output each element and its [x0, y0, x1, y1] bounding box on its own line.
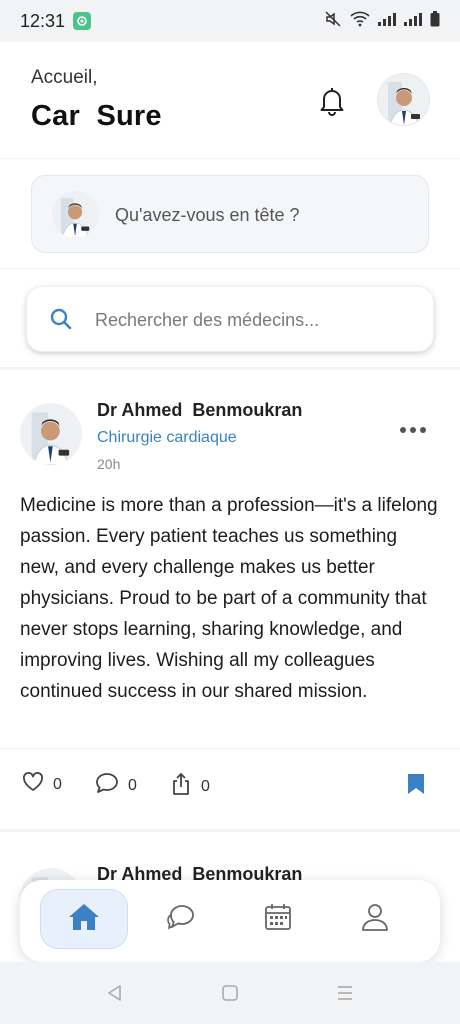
share-icon [170, 772, 192, 801]
back-icon[interactable] [106, 984, 122, 1007]
more-options-icon[interactable] [400, 427, 426, 433]
search-placeholder: Rechercher des médecins... [95, 310, 320, 330]
status-bar: 12:31 [0, 0, 460, 42]
page-title: Car Sure [31, 100, 162, 132]
greeting: Accueil, [31, 67, 98, 88]
share-button[interactable]: 0 [170, 772, 210, 801]
share-count: 0 [201, 777, 210, 795]
search-icon [50, 308, 72, 335]
post-author[interactable]: Dr Ahmed Benmoukran [97, 400, 302, 421]
post-specialty: Chirurgie cardiaque [97, 429, 237, 446]
avatar[interactable] [20, 403, 82, 465]
comment-icon [95, 772, 119, 799]
menu-icon[interactable] [336, 984, 354, 1007]
signal-icon [404, 12, 422, 31]
nav-home[interactable] [40, 889, 128, 949]
calendar-icon [263, 902, 293, 937]
nav-calendar[interactable] [234, 889, 322, 949]
comment-count: 0 [128, 776, 137, 794]
mute-icon [324, 10, 342, 33]
search-section: Rechercher des médecins... [0, 269, 460, 367]
app-notification-icon [73, 12, 92, 30]
status-time: 12:31 [20, 10, 66, 31]
post-time: 20h [97, 456, 121, 472]
home-square-icon[interactable] [221, 984, 239, 1007]
signal-icon [378, 12, 396, 31]
bookmark-icon[interactable] [407, 773, 425, 800]
avatar[interactable] [377, 73, 430, 126]
header: Accueil, Car Sure [0, 42, 460, 158]
heart-icon [22, 772, 44, 797]
compose-section: Qu'avez-vous en tête ? [0, 159, 460, 268]
post-card: Dr Ahmed Benmoukran Chirurgie cardiaque … [0, 370, 460, 829]
like-button[interactable]: 0 [22, 772, 62, 797]
system-nav-bar [0, 962, 460, 1024]
like-count: 0 [53, 775, 62, 793]
nav-chat[interactable] [137, 889, 225, 949]
compose-input[interactable]: Qu'avez-vous en tête ? [31, 175, 429, 253]
post-text: Medicine is more than a profession—it's … [20, 495, 438, 702]
bell-icon[interactable] [318, 86, 346, 121]
bottom-nav [20, 880, 440, 962]
compose-placeholder: Qu'avez-vous en tête ? [115, 205, 300, 225]
profile-icon [361, 902, 389, 937]
comment-button[interactable]: 0 [95, 772, 137, 799]
battery-icon [430, 10, 440, 32]
nav-profile[interactable] [331, 889, 419, 949]
post-actions: 0 0 0 [0, 749, 460, 819]
avatar [52, 191, 99, 238]
home-icon [67, 901, 101, 938]
search-input[interactable]: Rechercher des médecins... [26, 286, 434, 352]
chat-icon [166, 902, 196, 937]
wifi-icon [350, 11, 370, 32]
